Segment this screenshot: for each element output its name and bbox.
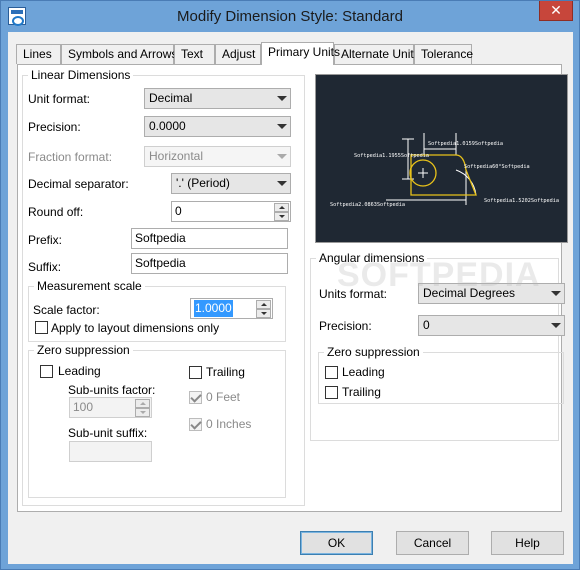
linear-leading-checkbox[interactable] bbox=[40, 365, 53, 378]
suffix-input[interactable]: Softpedia bbox=[131, 253, 288, 274]
spin-down-icon[interactable] bbox=[135, 408, 150, 417]
sub-units-factor-value: 100 bbox=[73, 400, 94, 414]
tab-symbols-and-arrows[interactable]: Symbols and Arrows bbox=[61, 44, 177, 64]
angular-precision-label: Precision: bbox=[319, 319, 372, 333]
decimal-separator-select[interactable]: '.' (Period) bbox=[171, 173, 291, 194]
dimension-preview: Softpedia1.0159Softpedia Softpedia1.1955… bbox=[315, 74, 568, 243]
precision-value: 0.0000 bbox=[149, 119, 186, 133]
chevron-down-icon bbox=[551, 291, 561, 296]
preview-dim-left: Softpedia1.1955Softpedia bbox=[354, 153, 429, 159]
precision-select[interactable]: 0.0000 bbox=[144, 116, 291, 137]
angular-trailing-label: Trailing bbox=[342, 385, 381, 399]
angular-precision-select[interactable]: 0 bbox=[418, 315, 565, 336]
unit-format-value: Decimal bbox=[149, 91, 193, 105]
angular-trailing-checkbox[interactable] bbox=[325, 386, 338, 399]
apply-layout-checkbox[interactable] bbox=[35, 321, 48, 334]
chevron-down-icon bbox=[277, 96, 287, 101]
sub-units-factor-label: Sub-units factor: bbox=[68, 383, 156, 397]
scale-factor-spinner[interactable]: 1.0000 bbox=[190, 298, 273, 319]
round-off-spinner[interactable]: 0 bbox=[171, 201, 291, 222]
fraction-format-select[interactable]: Horizontal bbox=[144, 146, 291, 167]
title-bar[interactable]: Modify Dimension Style: Standard ✕ bbox=[1, 1, 579, 31]
cancel-button[interactable]: Cancel bbox=[396, 531, 469, 555]
spin-up-icon[interactable] bbox=[256, 300, 271, 309]
tab-tolerance[interactable]: Tolerance bbox=[414, 44, 473, 64]
spin-up-icon[interactable] bbox=[274, 203, 289, 212]
spin-down-icon[interactable] bbox=[274, 212, 289, 221]
watermark: SOFTPEDIA bbox=[337, 256, 541, 294]
tab-adjust[interactable]: Adjust bbox=[215, 44, 261, 64]
preview-dim-bottom: Softpedia2.0863Softpedia bbox=[330, 202, 405, 208]
zero-feet-checkbox[interactable] bbox=[189, 391, 202, 404]
tab-alternate-units[interactable]: Alternate Units bbox=[334, 44, 420, 64]
tab-lines[interactable]: Lines bbox=[16, 44, 61, 64]
linear-trailing-checkbox[interactable] bbox=[189, 366, 202, 379]
ok-button[interactable]: OK bbox=[300, 531, 373, 555]
help-button[interactable]: Help bbox=[491, 531, 564, 555]
prefix-label: Prefix: bbox=[28, 233, 63, 247]
angular-leading-checkbox[interactable] bbox=[325, 366, 338, 379]
measurement-scale-legend: Measurement scale bbox=[34, 279, 145, 293]
unit-format-label: Unit format: bbox=[28, 92, 91, 106]
sub-units-factor-spinner[interactable]: 100 bbox=[69, 397, 152, 418]
zero-inches-checkbox[interactable] bbox=[189, 418, 202, 431]
preview-dim-right: Softpedia1.5202Softpedia bbox=[484, 198, 559, 204]
close-button[interactable]: ✕ bbox=[539, 1, 573, 21]
round-off-value: 0 bbox=[175, 204, 182, 218]
spin-down-icon[interactable] bbox=[256, 309, 271, 318]
chevron-down-icon bbox=[277, 181, 287, 186]
preview-dim-angle: Softpedia60°Softpedia bbox=[464, 164, 530, 170]
sub-unit-suffix-input[interactable] bbox=[69, 441, 152, 462]
prefix-input[interactable]: Softpedia bbox=[131, 228, 288, 249]
window-title: Modify Dimension Style: Standard bbox=[177, 8, 403, 25]
unit-format-select[interactable]: Decimal bbox=[144, 88, 291, 109]
tab-text[interactable]: Text bbox=[174, 44, 215, 64]
linear-zero-suppression-legend: Zero suppression bbox=[34, 343, 133, 357]
scale-factor-label: Scale factor: bbox=[33, 303, 100, 317]
dialog-client-area: Lines Symbols and Arrows Text Adjust Pri… bbox=[8, 32, 573, 564]
preview-dim-top: Softpedia1.0159Softpedia bbox=[428, 141, 503, 147]
angular-precision-value: 0 bbox=[423, 318, 430, 332]
zero-feet-label: 0 Feet bbox=[206, 390, 241, 404]
dialog-window: Modify Dimension Style: Standard ✕ Lines… bbox=[0, 0, 580, 570]
linear-dimensions-legend: Linear Dimensions bbox=[28, 68, 134, 82]
round-off-label: Round off: bbox=[28, 205, 84, 219]
spin-up-icon[interactable] bbox=[135, 399, 150, 408]
tab-primary-units[interactable]: Primary Units bbox=[261, 42, 340, 65]
chevron-down-icon bbox=[277, 124, 287, 129]
sub-unit-suffix-label: Sub-unit suffix: bbox=[68, 426, 148, 440]
zero-inches-label: 0 Inches bbox=[206, 417, 252, 431]
fraction-format-label: Fraction format: bbox=[28, 150, 113, 164]
decimal-separator-value: '.' (Period) bbox=[176, 176, 230, 190]
apply-layout-label: Apply to layout dimensions only bbox=[51, 321, 220, 335]
suffix-label: Suffix: bbox=[28, 260, 62, 274]
fraction-format-value: Horizontal bbox=[149, 149, 204, 163]
preview-drawing: Softpedia1.0159Softpedia Softpedia1.1955… bbox=[330, 133, 559, 208]
linear-leading-label: Leading bbox=[58, 364, 101, 378]
chevron-down-icon bbox=[277, 154, 287, 159]
precision-label: Precision: bbox=[28, 120, 81, 134]
angular-zero-suppression-legend: Zero suppression bbox=[324, 345, 423, 359]
angular-leading-label: Leading bbox=[342, 365, 385, 379]
chevron-down-icon bbox=[551, 323, 561, 328]
linear-trailing-label: Trailing bbox=[206, 365, 245, 379]
decimal-separator-label: Decimal separator: bbox=[28, 177, 129, 191]
scale-factor-value: 1.0000 bbox=[194, 300, 233, 317]
